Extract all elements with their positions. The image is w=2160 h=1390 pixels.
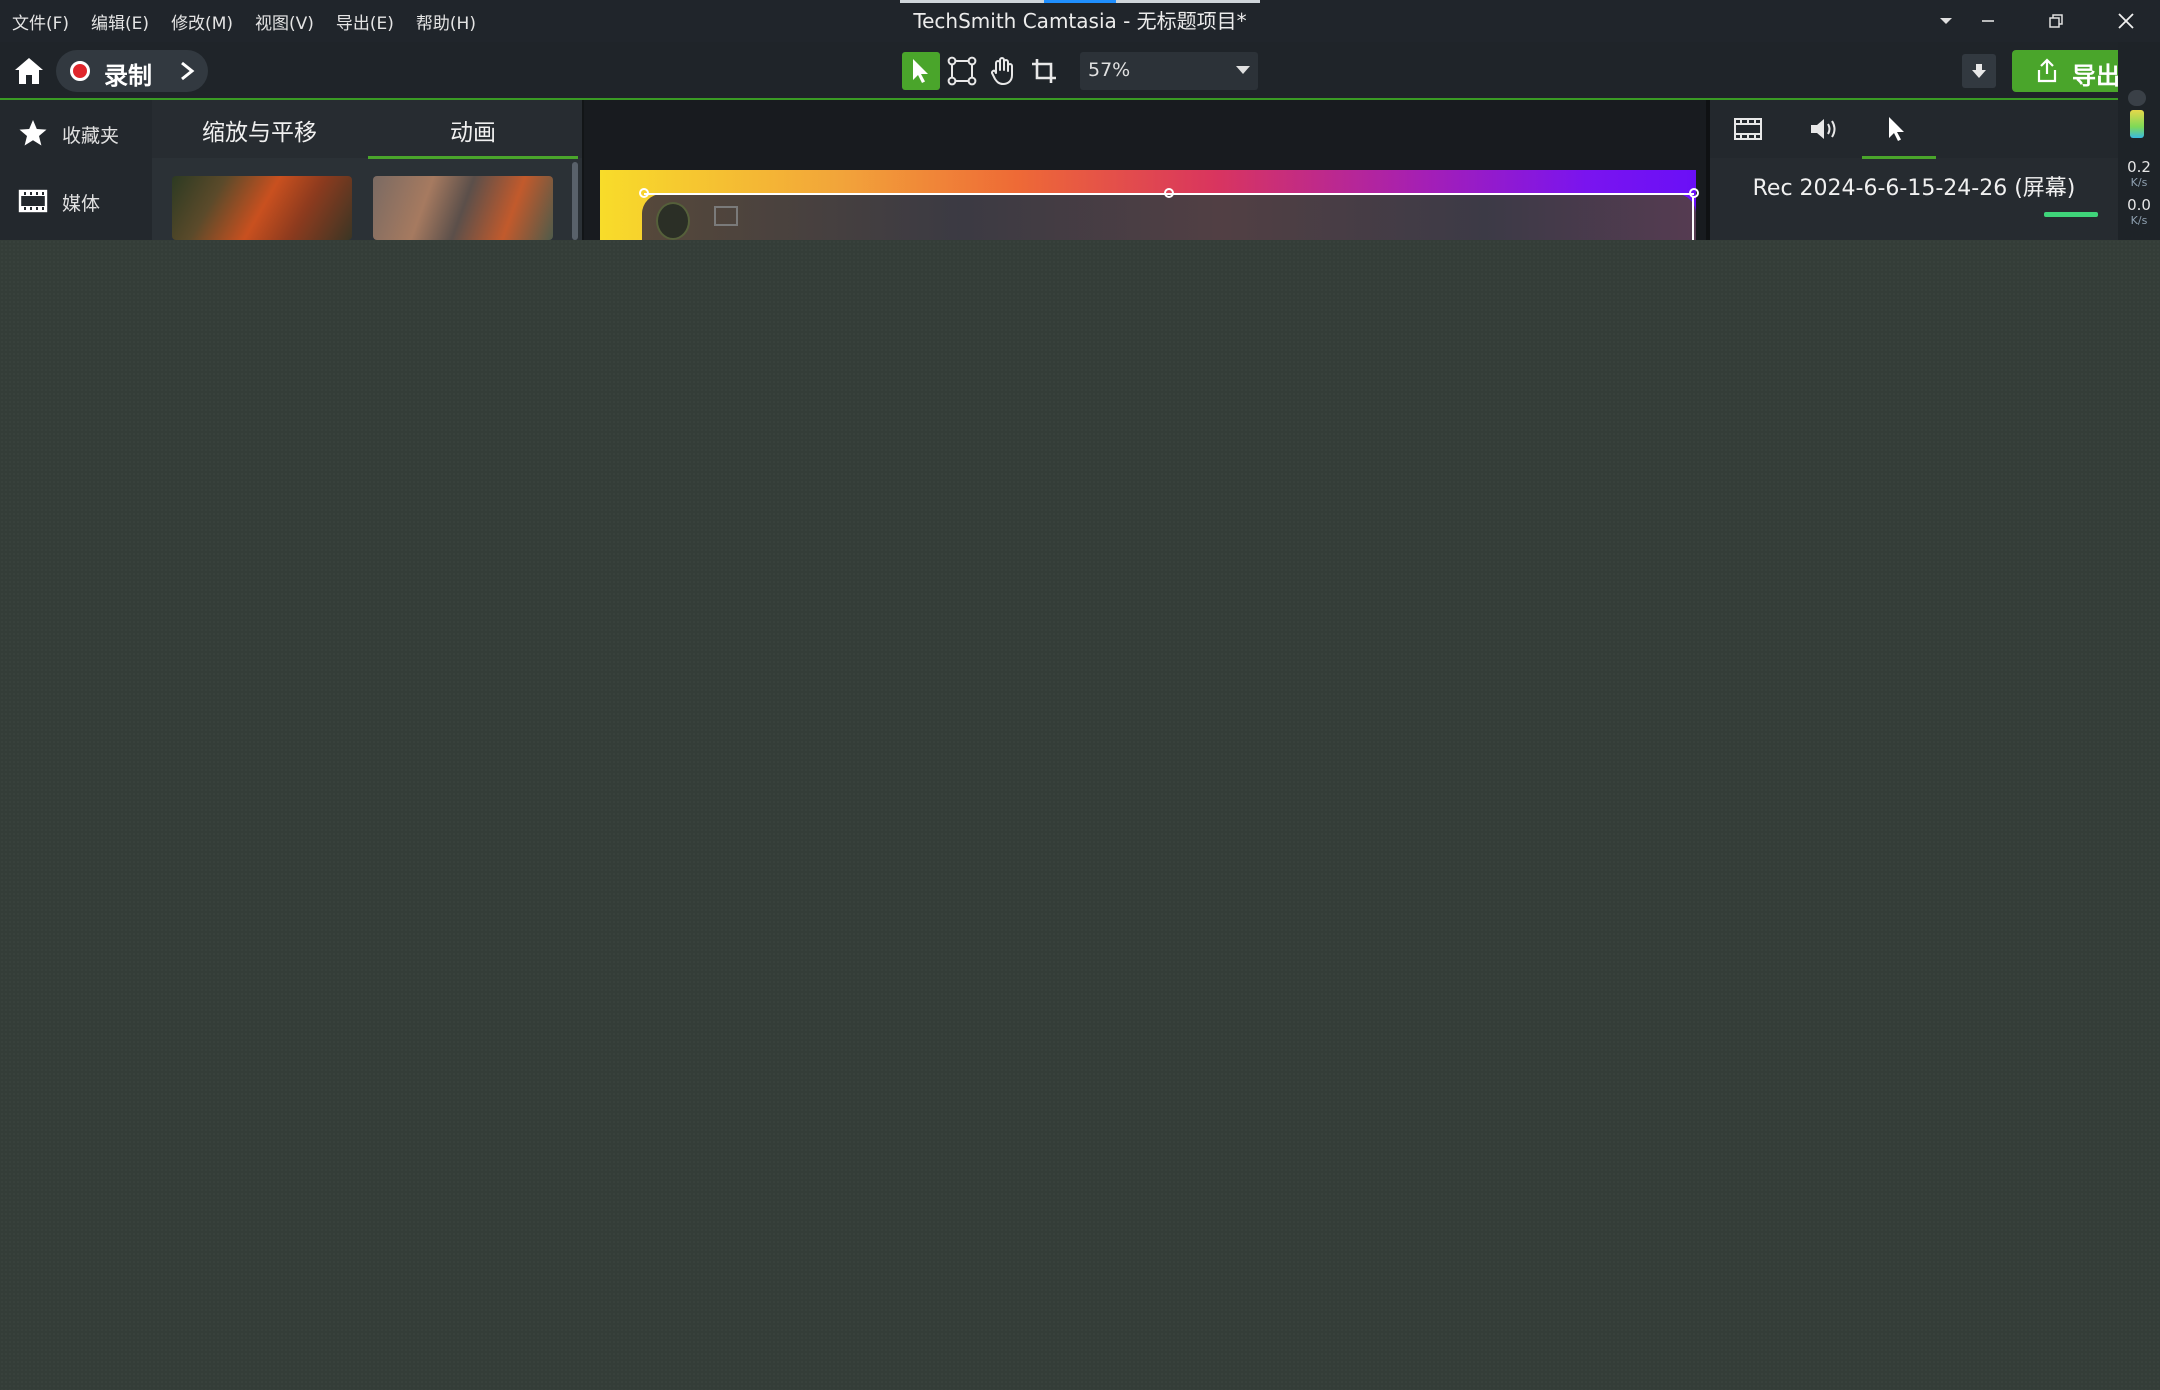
home-icon xyxy=(15,58,43,84)
record-options-button[interactable] xyxy=(166,50,208,92)
meter-value-top: 0.2 xyxy=(2127,158,2151,176)
tab-audio-properties[interactable] xyxy=(1807,112,1841,146)
share-icon xyxy=(2037,58,2057,83)
animation-thumbnail[interactable] xyxy=(373,176,553,240)
arrow-pointer-icon xyxy=(913,59,928,83)
film-icon xyxy=(1734,118,1762,140)
zoom-value: 57% xyxy=(1088,59,1131,81)
minimize-button[interactable] xyxy=(1960,0,2016,42)
sidebar-item-favorites[interactable]: 收藏夹 xyxy=(0,106,152,160)
meter-unit-bottom: K/s xyxy=(2130,214,2148,227)
selection-edge xyxy=(1692,196,1694,240)
pan-tool-button[interactable] xyxy=(984,52,1022,90)
property-slider-fill xyxy=(2044,212,2098,217)
active-tab-indicator xyxy=(1862,156,1936,159)
screen-recording-preview xyxy=(642,194,1696,240)
screen-recording-media[interactable] xyxy=(642,194,1696,240)
restore-button[interactable] xyxy=(2028,0,2084,42)
crop-tool-button[interactable] xyxy=(1025,52,1063,90)
window-title: TechSmith Camtasia - 无标题项目* xyxy=(913,9,1247,33)
download-button[interactable] xyxy=(1962,54,1996,88)
tab-video-properties[interactable] xyxy=(1731,112,1765,146)
window-icon xyxy=(714,206,738,226)
tab-cursor-properties[interactable] xyxy=(1880,112,1914,146)
clip-name: Rec 2024-6-6-15-24-26 (屏幕) xyxy=(1752,176,2076,201)
transform-tool-button[interactable] xyxy=(943,52,981,90)
meter-level-bar xyxy=(2130,110,2144,138)
star-icon xyxy=(19,120,47,146)
minimize-icon xyxy=(1982,20,1994,22)
chevron-right-icon xyxy=(181,61,195,81)
close-icon xyxy=(2118,13,2134,29)
film-icon xyxy=(18,189,48,213)
record-label: 录制 xyxy=(104,62,152,90)
cursor-icon xyxy=(1889,117,1904,141)
transform-icon xyxy=(947,56,977,86)
avatar xyxy=(656,202,690,240)
export-label: 导出 xyxy=(2072,62,2120,90)
record-icon xyxy=(70,61,90,81)
media-panel-scrollbar[interactable] xyxy=(572,162,578,240)
hand-icon xyxy=(991,57,1013,85)
resize-handle[interactable] xyxy=(1164,188,1174,198)
speaker-icon xyxy=(1811,119,1836,139)
resize-handle[interactable] xyxy=(639,188,649,198)
meter-toggle[interactable] xyxy=(2128,90,2146,106)
properties-tabs xyxy=(1710,100,2118,158)
resize-handle[interactable] xyxy=(1689,188,1699,198)
active-tab-indicator xyxy=(368,156,578,159)
workspace-background xyxy=(0,240,2160,1390)
meter-unit-top: K/s xyxy=(2130,176,2148,189)
tab-animations[interactable]: 动画 xyxy=(450,113,496,147)
close-button[interactable] xyxy=(2098,0,2154,42)
crop-icon xyxy=(1032,59,1056,83)
sidebar-item-label: 媒体 xyxy=(62,193,101,215)
sidebar-item-label: 收藏夹 xyxy=(62,125,120,147)
chevron-down-icon xyxy=(1940,18,1952,24)
home-button[interactable] xyxy=(12,54,46,88)
restore-icon xyxy=(2049,14,2063,28)
select-tool-button[interactable] xyxy=(902,52,940,90)
animation-thumbnail[interactable] xyxy=(172,176,352,240)
meter-value-bottom: 0.0 xyxy=(2127,196,2151,214)
tab-zoom-pan[interactable]: 缩放与平移 xyxy=(202,113,317,147)
chevron-down-icon xyxy=(1236,66,1250,74)
sidebar-item-media[interactable]: 媒体 xyxy=(0,174,152,228)
download-arrow-icon xyxy=(1972,64,1986,78)
